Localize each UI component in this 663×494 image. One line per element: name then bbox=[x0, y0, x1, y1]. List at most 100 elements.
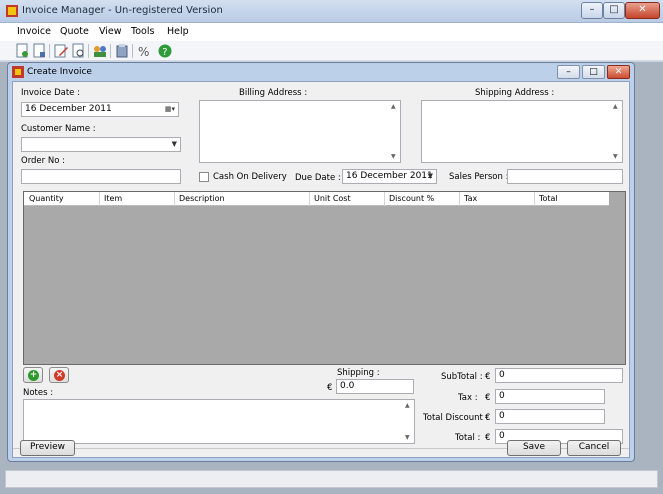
new-invoice-icon[interactable] bbox=[14, 43, 30, 59]
tax-value: 0 bbox=[499, 391, 505, 401]
column-header-item[interactable]: Item bbox=[104, 194, 122, 206]
cancel-button[interactable]: Cancel bbox=[567, 440, 621, 456]
customer-name-combo[interactable]: ▼ bbox=[21, 137, 181, 152]
cash-on-delivery-checkbox[interactable] bbox=[199, 172, 209, 182]
sales-person-label: Sales Person : bbox=[449, 172, 509, 182]
create-invoice-window: Create Invoice – □ ✕ Invoice Date : 16 D… bbox=[7, 62, 635, 462]
menu-tools[interactable]: Tools bbox=[131, 26, 154, 37]
invoice-date-value: 16 December 2011 bbox=[25, 104, 112, 114]
svg-text:%: % bbox=[138, 45, 149, 59]
maximize-button[interactable]: □ bbox=[603, 2, 625, 19]
total-currency: € bbox=[485, 433, 491, 443]
column-header-quantity[interactable]: Quantity bbox=[29, 194, 64, 206]
view-icon[interactable] bbox=[70, 43, 86, 59]
shipping-address-field[interactable]: ▲ ▼ bbox=[421, 100, 623, 163]
column-header-unit-cost[interactable]: Unit Cost bbox=[314, 194, 351, 206]
shipping-currency: € bbox=[327, 383, 333, 393]
due-date-value: 16 December 2011 bbox=[346, 171, 433, 181]
due-date-picker[interactable]: 16 December 2011 ▼ bbox=[342, 169, 437, 184]
total-discount-field[interactable]: 0 bbox=[495, 409, 605, 424]
toolbar-separator bbox=[132, 44, 133, 58]
close-button[interactable]: ✕ bbox=[625, 2, 660, 19]
open-invoice-icon[interactable] bbox=[31, 43, 47, 59]
invoice-form: Invoice Date : 16 December 2011 ▦▾ Custo… bbox=[12, 81, 630, 458]
shipping-address-label: Shipping Address : bbox=[475, 88, 555, 98]
sales-person-field[interactable] bbox=[507, 169, 623, 184]
add-row-button[interactable]: + bbox=[23, 367, 43, 383]
menu-view[interactable]: View bbox=[99, 26, 122, 37]
child-minimize-button[interactable]: – bbox=[557, 65, 580, 79]
minimize-button[interactable]: – bbox=[581, 2, 603, 19]
plus-icon: + bbox=[28, 370, 39, 381]
child-titlebar: Create Invoice – □ ✕ bbox=[8, 63, 634, 81]
remove-row-button[interactable]: × bbox=[49, 367, 69, 383]
chevron-down-icon[interactable]: ▼ bbox=[428, 170, 433, 183]
subtotal-currency: € bbox=[485, 372, 491, 382]
app-icon bbox=[6, 5, 18, 17]
shipping-field[interactable]: 0.0 bbox=[336, 379, 414, 394]
total-discount-value: 0 bbox=[499, 411, 505, 421]
subtotal-field: 0 bbox=[495, 368, 623, 383]
column-divider bbox=[309, 192, 310, 206]
column-divider bbox=[459, 192, 460, 206]
tax-currency: € bbox=[485, 393, 491, 403]
cancel-icon: × bbox=[54, 370, 65, 381]
child-close-button[interactable]: ✕ bbox=[607, 65, 630, 79]
save-button[interactable]: Save bbox=[507, 440, 561, 456]
column-header-total[interactable]: Total bbox=[539, 194, 558, 206]
billing-address-scrollbar[interactable]: ▲ ▼ bbox=[388, 101, 400, 162]
column-divider bbox=[384, 192, 385, 206]
total-discount-label: Total Discount : bbox=[423, 413, 489, 423]
menu-quote[interactable]: Quote bbox=[60, 26, 89, 37]
calendar-dropdown-icon[interactable]: ▦▾ bbox=[165, 103, 175, 116]
column-header-tax[interactable]: Tax bbox=[464, 194, 477, 206]
subtotal-value: 0 bbox=[499, 370, 505, 380]
column-divider bbox=[99, 192, 100, 206]
column-header-description[interactable]: Description bbox=[179, 194, 225, 206]
cash-on-delivery-label: Cash On Delivery bbox=[213, 172, 287, 182]
due-date-label: Due Date : bbox=[295, 173, 341, 183]
column-divider bbox=[174, 192, 175, 206]
toolbar-separator bbox=[88, 44, 89, 58]
order-no-field[interactable] bbox=[21, 169, 181, 184]
tax-label: Tax : bbox=[458, 393, 478, 403]
customers-icon[interactable] bbox=[92, 43, 108, 59]
help-icon[interactable]: ? bbox=[157, 43, 173, 59]
toolbar: % ? bbox=[0, 41, 663, 61]
subtotal-label: SubTotal : bbox=[441, 372, 483, 382]
billing-address-label: Billing Address : bbox=[239, 88, 308, 98]
total-discount-currency: € bbox=[485, 413, 491, 423]
child-window-title: Create Invoice bbox=[27, 67, 92, 77]
menubar: Invoice Quote View Tools Help bbox=[0, 23, 663, 41]
customer-name-label: Customer Name : bbox=[21, 124, 96, 134]
order-no-label: Order No : bbox=[21, 156, 65, 166]
menu-invoice[interactable]: Invoice bbox=[17, 26, 51, 37]
preview-button[interactable]: Preview bbox=[20, 440, 75, 456]
grid-header: Quantity Item Description Unit Cost Disc… bbox=[24, 192, 609, 206]
shipping-value: 0.0 bbox=[340, 381, 355, 391]
child-maximize-button[interactable]: □ bbox=[582, 65, 605, 79]
edit-icon[interactable] bbox=[53, 43, 69, 59]
tax-field: 0 bbox=[495, 389, 605, 404]
toolbar-separator bbox=[49, 44, 50, 58]
app-title: Invoice Manager - Un-registered Version bbox=[22, 5, 223, 16]
invoice-date-picker[interactable]: 16 December 2011 ▦▾ bbox=[21, 102, 179, 117]
invoice-date-label: Invoice Date : bbox=[21, 88, 80, 98]
invoice-items-grid[interactable]: Quantity Item Description Unit Cost Disc… bbox=[23, 191, 626, 365]
shipping-label: Shipping : bbox=[337, 368, 380, 378]
column-divider bbox=[534, 192, 535, 206]
invoice-window-icon bbox=[12, 66, 24, 78]
menu-help[interactable]: Help bbox=[167, 26, 189, 37]
shipping-address-scrollbar[interactable]: ▲ ▼ bbox=[610, 101, 622, 162]
billing-address-field[interactable]: ▲ ▼ bbox=[199, 100, 401, 163]
chevron-down-icon[interactable]: ▼ bbox=[172, 138, 177, 151]
products-icon[interactable] bbox=[114, 43, 130, 59]
total-value: 0 bbox=[499, 431, 505, 441]
status-bar bbox=[5, 470, 658, 488]
column-header-discount[interactable]: Discount % bbox=[389, 194, 434, 206]
notes-scrollbar[interactable]: ▲ ▼ bbox=[402, 400, 414, 443]
svg-text:?: ? bbox=[162, 47, 167, 58]
notes-field[interactable]: ▲ ▼ bbox=[23, 399, 415, 444]
total-label: Total : bbox=[455, 433, 481, 443]
tax-icon[interactable]: % bbox=[136, 43, 152, 59]
